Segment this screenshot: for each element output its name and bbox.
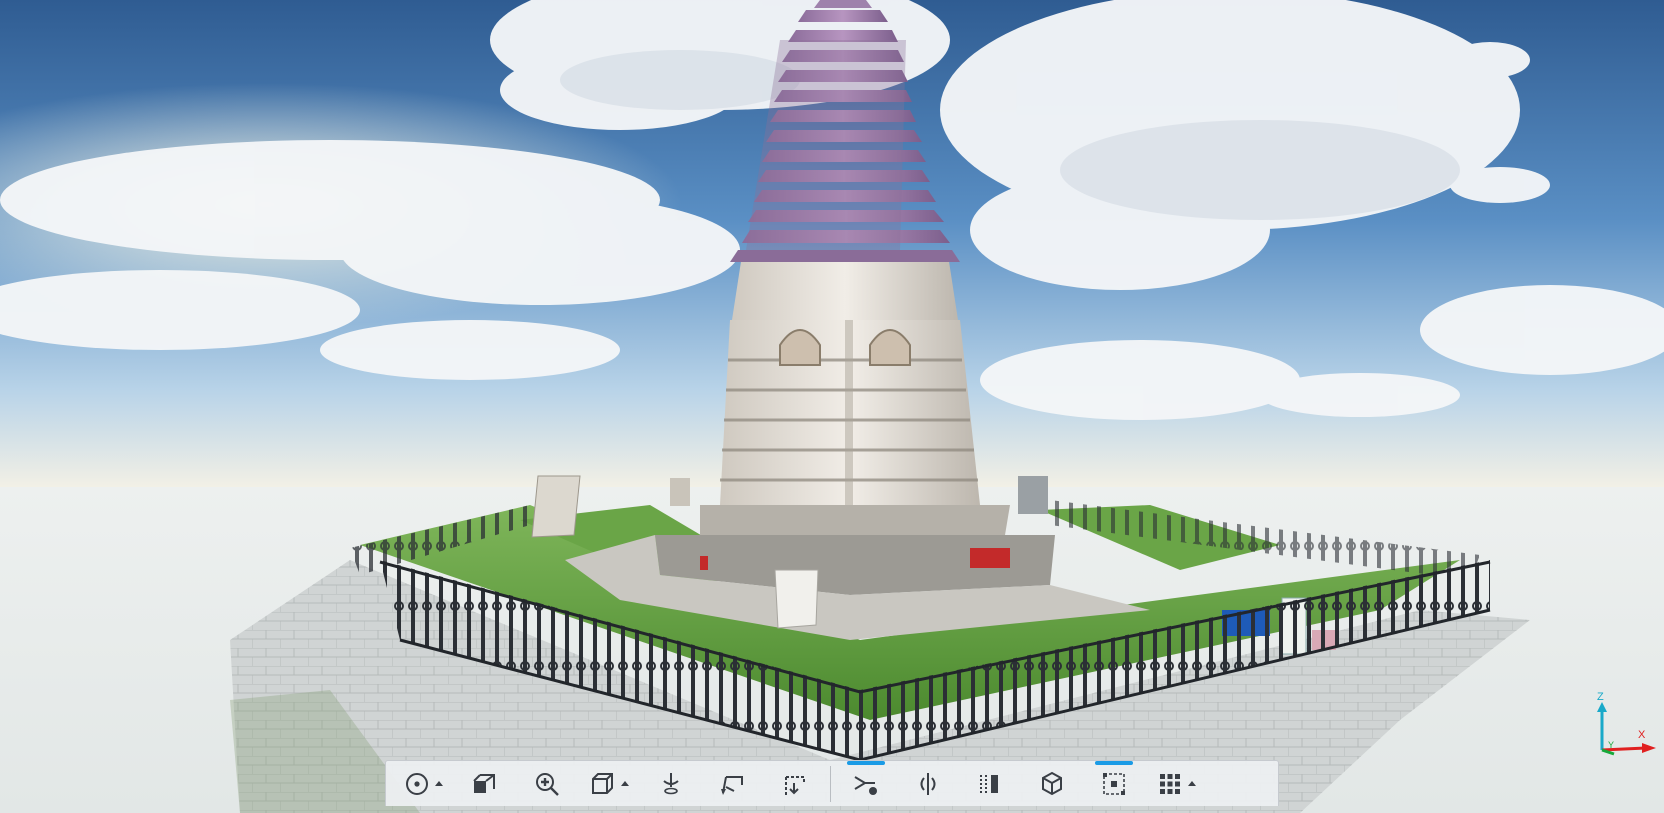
split-compare-icon bbox=[920, 772, 936, 795]
section-plane-icon bbox=[785, 775, 805, 795]
clip-box-icon bbox=[980, 774, 998, 793]
toolbar-separator bbox=[830, 765, 831, 802]
x-axis-label: X bbox=[1638, 729, 1646, 741]
grid-menu-icon bbox=[1160, 773, 1180, 794]
walk-tool[interactable] bbox=[640, 762, 702, 806]
camera-box-icon bbox=[473, 773, 495, 793]
x-axis-arrow bbox=[1642, 743, 1656, 753]
point-cloud-tool[interactable] bbox=[835, 760, 897, 806]
zoom-in-icon bbox=[536, 772, 559, 796]
bounding-box-tool[interactable] bbox=[1021, 762, 1083, 806]
selection-tool[interactable] bbox=[1083, 760, 1145, 806]
z-axis-label: Z bbox=[1597, 691, 1604, 703]
split-tool[interactable] bbox=[897, 762, 959, 806]
caret-up-icon bbox=[435, 780, 443, 786]
person-walk-icon bbox=[663, 772, 679, 794]
section-tool[interactable] bbox=[764, 762, 826, 806]
orbit-point-tool[interactable] bbox=[392, 762, 454, 806]
clip-tool[interactable] bbox=[959, 762, 1021, 806]
y-axis-label: Y bbox=[1608, 740, 1614, 750]
axis-gizmo: Z X Y bbox=[1597, 691, 1656, 756]
caret-up-icon bbox=[621, 780, 629, 786]
box-3d-icon bbox=[1042, 771, 1062, 795]
measure-tool[interactable] bbox=[702, 762, 764, 806]
select-points-icon bbox=[1103, 772, 1125, 795]
zoom-tool[interactable] bbox=[516, 762, 578, 806]
3d-viewport[interactable]: Z X Y bbox=[0, 0, 1664, 813]
cloud-points-icon bbox=[854, 775, 877, 795]
grid-menu-tool[interactable] bbox=[1145, 762, 1207, 806]
target-dot-icon bbox=[406, 772, 428, 795]
cube-outline-icon bbox=[592, 772, 613, 794]
point-cloud-scene[interactable] bbox=[0, 0, 1664, 813]
caret-up-icon bbox=[1188, 780, 1196, 786]
camera-views-tool[interactable] bbox=[454, 762, 516, 806]
viewer-toolbar bbox=[385, 760, 1279, 806]
z-axis-arrow bbox=[1597, 702, 1607, 712]
view-cube-tool[interactable] bbox=[578, 762, 640, 806]
ruler-arrow-icon bbox=[721, 775, 743, 795]
